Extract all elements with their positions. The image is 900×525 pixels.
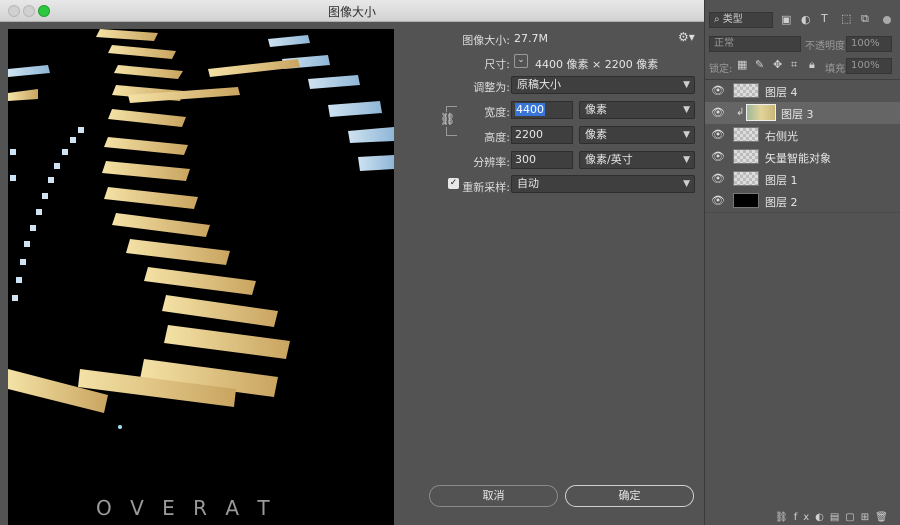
- blend-mode-value: 正常: [714, 38, 734, 49]
- chevron-down-icon: ▼: [683, 179, 690, 189]
- filter-smart-object-icon[interactable]: ⧉: [861, 12, 869, 26]
- image-size-label: 图像大小:: [462, 34, 510, 47]
- filter-type-icon[interactable]: T: [821, 12, 828, 25]
- preview-dots-arc: [10, 127, 84, 301]
- fill-label: 填充:: [825, 64, 849, 75]
- filter-adjustment-icon[interactable]: ◐: [801, 13, 811, 26]
- layer-row[interactable]: 👁︎ 右侧光: [705, 124, 900, 146]
- dimensions-label: 尺寸:: [484, 58, 510, 71]
- title-bar: 图像大小: [0, 0, 704, 22]
- eye-icon[interactable]: 👁︎: [711, 173, 725, 185]
- clipping-arrow-icon: ↲: [736, 107, 745, 118]
- layer-name: 图层 2: [765, 196, 798, 209]
- gear-icon[interactable]: ⚙▾: [678, 30, 695, 44]
- layer-row[interactable]: 👁︎ 图层 2: [705, 190, 900, 212]
- width-value: 4400: [515, 103, 545, 116]
- dimensions-value: 4400 像素 × 2200 像素: [535, 58, 659, 71]
- layer-name: 矢量智能对象: [765, 152, 831, 165]
- eye-icon[interactable]: 👁︎: [711, 107, 725, 119]
- resolution-unit-select[interactable]: 像素/英寸 ▼: [579, 151, 695, 169]
- height-value: 2200: [515, 128, 543, 141]
- preview-overlay-text: O V E R A T: [96, 496, 276, 520]
- chevron-down-icon: ▼: [683, 155, 690, 165]
- height-input[interactable]: 2200: [511, 126, 573, 144]
- layer-thumbnail: [733, 193, 759, 208]
- width-input[interactable]: 4400: [511, 101, 573, 119]
- kind-filter-select[interactable]: ⌕ 类型: [709, 12, 773, 28]
- opacity-input[interactable]: 100%: [846, 36, 892, 52]
- height-unit: 像素: [585, 128, 607, 141]
- layer-row[interactable]: 👁︎ 图层 4: [705, 80, 900, 102]
- blend-mode-select[interactable]: 正常: [709, 36, 801, 52]
- layer-thumbnail: [733, 83, 759, 98]
- layer-row-selected[interactable]: 👁︎ ↲ 图层 3: [705, 102, 900, 124]
- layers-panel: ⌕ 类型 ▣ ◐ T ⬚ ⧉ 正常 不透明度: 100% 锁定: ▦ ✎ ✥ ⌗…: [705, 0, 900, 525]
- resample-label: 重新采样:: [462, 181, 510, 194]
- chevron-down-icon: ▼: [683, 105, 690, 115]
- layer-thumbnail: [733, 171, 759, 186]
- resample-select[interactable]: 自动 ▼: [511, 175, 695, 193]
- fill-value: 100%: [851, 60, 880, 71]
- resample-value: 自动: [517, 177, 539, 190]
- layer-row[interactable]: 👁︎ 矢量智能对象: [705, 146, 900, 168]
- dialog-title: 图像大小: [327, 5, 376, 19]
- fit-to-label: 调整为:: [473, 81, 510, 94]
- layer-name: 图层 4: [765, 86, 798, 99]
- chevron-down-icon: ▼: [683, 80, 690, 90]
- width-unit-select[interactable]: 像素 ▼: [579, 101, 695, 119]
- lock-artboard-icon[interactable]: ⌗: [791, 58, 797, 72]
- opacity-value: 100%: [851, 38, 880, 49]
- layer-name: 图层 1: [765, 174, 798, 187]
- lock-position-icon[interactable]: ✥: [773, 58, 782, 71]
- layer-thumbnail: [746, 104, 776, 121]
- filter-pixel-icon[interactable]: ▣: [781, 13, 791, 26]
- width-unit: 像素: [585, 103, 607, 116]
- filter-shape-icon[interactable]: ⬚: [841, 12, 851, 25]
- layer-thumbnail: [733, 149, 759, 164]
- panel-divider: [705, 212, 900, 213]
- preview-artwork: O V E R A T: [8, 29, 394, 520]
- image-size-dialog: 图像大小 O V E R A T 图像大小: 27.7M ⚙▾ 尺寸: ⌄ 44…: [0, 0, 705, 525]
- image-preview[interactable]: O V E R A T: [8, 29, 394, 525]
- layer-thumbnail: [733, 127, 759, 142]
- lock-label: 锁定:: [709, 64, 733, 75]
- width-label: 宽度:: [484, 106, 510, 119]
- resolution-unit: 像素/英寸: [585, 153, 633, 166]
- fill-input[interactable]: 100%: [846, 58, 892, 74]
- eye-icon[interactable]: 👁︎: [711, 151, 725, 163]
- chevron-down-icon: ▼: [683, 130, 690, 140]
- layer-name: 图层 3: [781, 108, 814, 121]
- layer-row[interactable]: 👁︎ 图层 1: [705, 168, 900, 190]
- eye-icon[interactable]: 👁︎: [711, 129, 725, 141]
- image-size-value: 27.7M: [514, 32, 548, 45]
- resolution-input[interactable]: 300: [511, 151, 573, 169]
- ok-button[interactable]: 确定: [565, 485, 694, 507]
- lock-all-icon[interactable]: 🔒︎: [809, 58, 815, 72]
- lock-transparent-icon[interactable]: ▦: [737, 58, 747, 71]
- layer-name: 右侧光: [765, 130, 798, 143]
- cancel-button[interactable]: 取消: [429, 485, 558, 507]
- resolution-value: 300: [515, 153, 536, 166]
- eye-icon[interactable]: 👁︎: [711, 195, 725, 207]
- filter-toggle-icon[interactable]: [883, 16, 891, 24]
- panel-footer-icons[interactable]: ⛓fx◐▤▢⊞🗑︎: [775, 512, 900, 525]
- resolution-label: 分辨率:: [473, 156, 510, 169]
- opacity-label: 不透明度:: [805, 41, 849, 52]
- preview-bars-top: [8, 29, 394, 429]
- dimensions-unit-dropdown[interactable]: ⌄: [514, 54, 528, 68]
- lock-pixels-icon[interactable]: ✎: [755, 58, 764, 71]
- kind-filter-value: 类型: [722, 14, 743, 25]
- height-label: 高度:: [484, 131, 510, 144]
- height-unit-select[interactable]: 像素 ▼: [579, 126, 695, 144]
- fit-to-value: 原稿大小: [517, 78, 561, 91]
- fit-to-select[interactable]: 原稿大小 ▼: [511, 76, 695, 94]
- eye-icon[interactable]: 👁︎: [711, 85, 725, 97]
